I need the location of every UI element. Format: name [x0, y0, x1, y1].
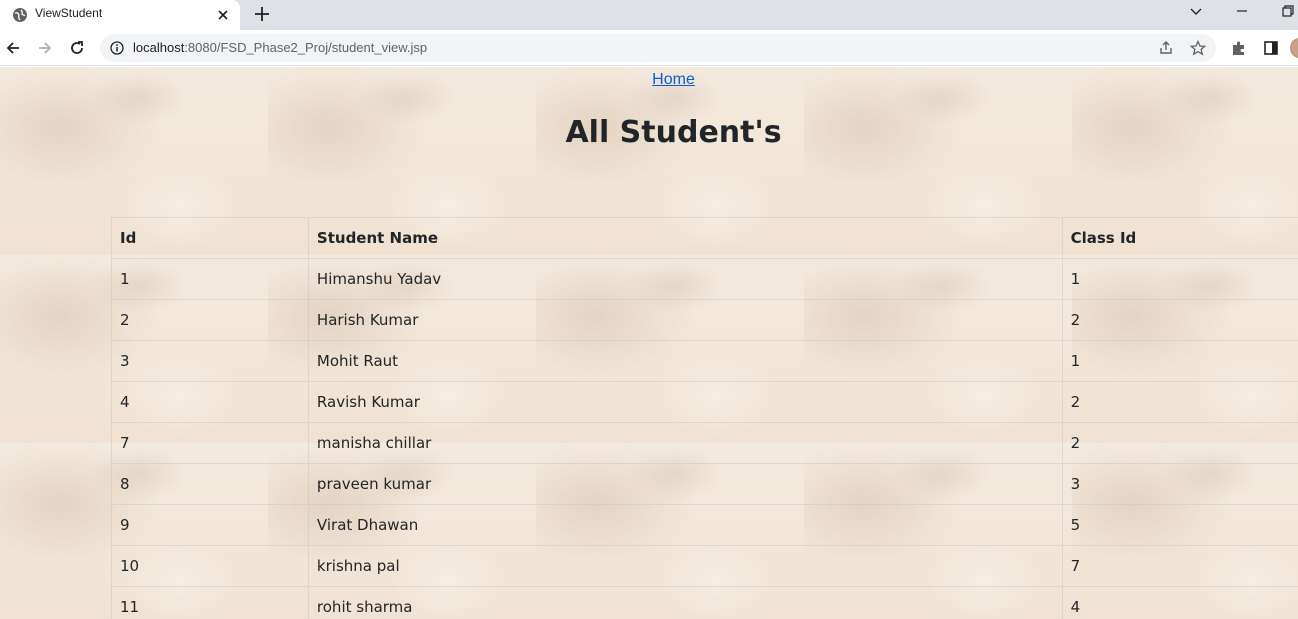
cell-student-name: praveen kumar: [307, 463, 1063, 505]
table-row: 7 manisha chillar 2: [111, 422, 1298, 464]
cell-student-name: Mohit Raut: [307, 340, 1063, 382]
close-icon[interactable]: [215, 7, 231, 23]
cell-class-id: 1: [1061, 258, 1298, 300]
table-row: 9 Virat Dhawan 5: [111, 504, 1298, 546]
cell-student-name: Virat Dhawan: [307, 504, 1063, 546]
minimize-icon[interactable]: [1234, 3, 1250, 19]
cell-student-name: krishna pal: [307, 545, 1063, 587]
share-icon[interactable]: [1158, 40, 1174, 56]
cell-class-id: 2: [1061, 422, 1298, 464]
cell-class-id: 2: [1061, 381, 1298, 423]
avatar[interactable]: [1290, 38, 1298, 58]
home-link[interactable]: Home: [0, 71, 1298, 89]
cell-id: 9: [111, 504, 309, 546]
page-title: All Student's: [565, 115, 782, 150]
puzzle-icon[interactable]: [1231, 40, 1247, 56]
cell-id: 7: [111, 422, 309, 464]
cell-id: 1: [111, 258, 309, 300]
header-student-name: Student Name: [307, 217, 1063, 259]
browser-toolbar: localhost:8080/FSD_Phase2_Proj/student_v…: [0, 30, 1298, 66]
forward-arrow-icon[interactable]: [36, 39, 54, 57]
page-viewport: Home All Student's Id Student Name Class…: [0, 67, 1298, 619]
cell-student-name: Himanshu Yadav: [307, 258, 1063, 300]
table-row: 8 praveen kumar 3: [111, 463, 1298, 505]
table-row: 11 rohit sharma 4: [111, 586, 1298, 619]
table-row: 2 Harish Kumar 2: [111, 299, 1298, 341]
chevron-down-icon[interactable]: [1188, 3, 1204, 19]
cell-student-name: Ravish Kumar: [307, 381, 1063, 423]
restore-icon[interactable]: [1280, 3, 1296, 19]
back-arrow-icon[interactable]: [4, 39, 22, 57]
tab-viewstudent[interactable]: ViewStudent: [0, 0, 240, 30]
cell-class-id: 5: [1061, 504, 1298, 546]
cell-student-name: manisha chillar: [307, 422, 1063, 464]
url-host: localhost: [133, 40, 185, 55]
info-icon[interactable]: [110, 41, 124, 55]
cell-id: 8: [111, 463, 309, 505]
url-text: localhost:8080/FSD_Phase2_Proj/student_v…: [133, 40, 427, 55]
cell-id: 3: [111, 340, 309, 382]
cell-student-name: Harish Kumar: [307, 299, 1063, 341]
students-table: Id Student Name Class Id 1 Himanshu Yada…: [111, 217, 1298, 619]
table-row: 10 krishna pal 7: [111, 545, 1298, 587]
reload-icon[interactable]: [68, 39, 86, 57]
table-row: 4 Ravish Kumar 2: [111, 381, 1298, 423]
plus-icon[interactable]: [252, 4, 272, 24]
cell-class-id: 7: [1061, 545, 1298, 587]
cell-class-id: 3: [1061, 463, 1298, 505]
star-icon[interactable]: [1190, 40, 1206, 56]
table-row: 3 Mohit Raut 1: [111, 340, 1298, 382]
cell-id: 11: [111, 586, 309, 619]
cell-class-id: 1: [1061, 340, 1298, 382]
header-class-id: Class Id: [1061, 217, 1298, 259]
url-path: :8080/FSD_Phase2_Proj/student_view.jsp: [184, 40, 428, 55]
address-bar[interactable]: localhost:8080/FSD_Phase2_Proj/student_v…: [100, 34, 1216, 62]
cell-class-id: 4: [1061, 586, 1298, 619]
table-header-row: Id Student Name Class Id: [111, 217, 1298, 259]
cell-id: 10: [111, 545, 309, 587]
side-panel-icon[interactable]: [1263, 40, 1279, 56]
cell-student-name: rohit sharma: [307, 586, 1063, 619]
cell-class-id: 2: [1061, 299, 1298, 341]
tab-strip: ViewStudent: [0, 0, 1298, 30]
cell-id: 4: [111, 381, 309, 423]
cell-id: 2: [111, 299, 309, 341]
table-row: 1 Himanshu Yadav 1: [111, 258, 1298, 300]
tab-title: ViewStudent: [35, 6, 103, 20]
header-id: Id: [111, 217, 309, 259]
globe-icon: [13, 8, 27, 22]
